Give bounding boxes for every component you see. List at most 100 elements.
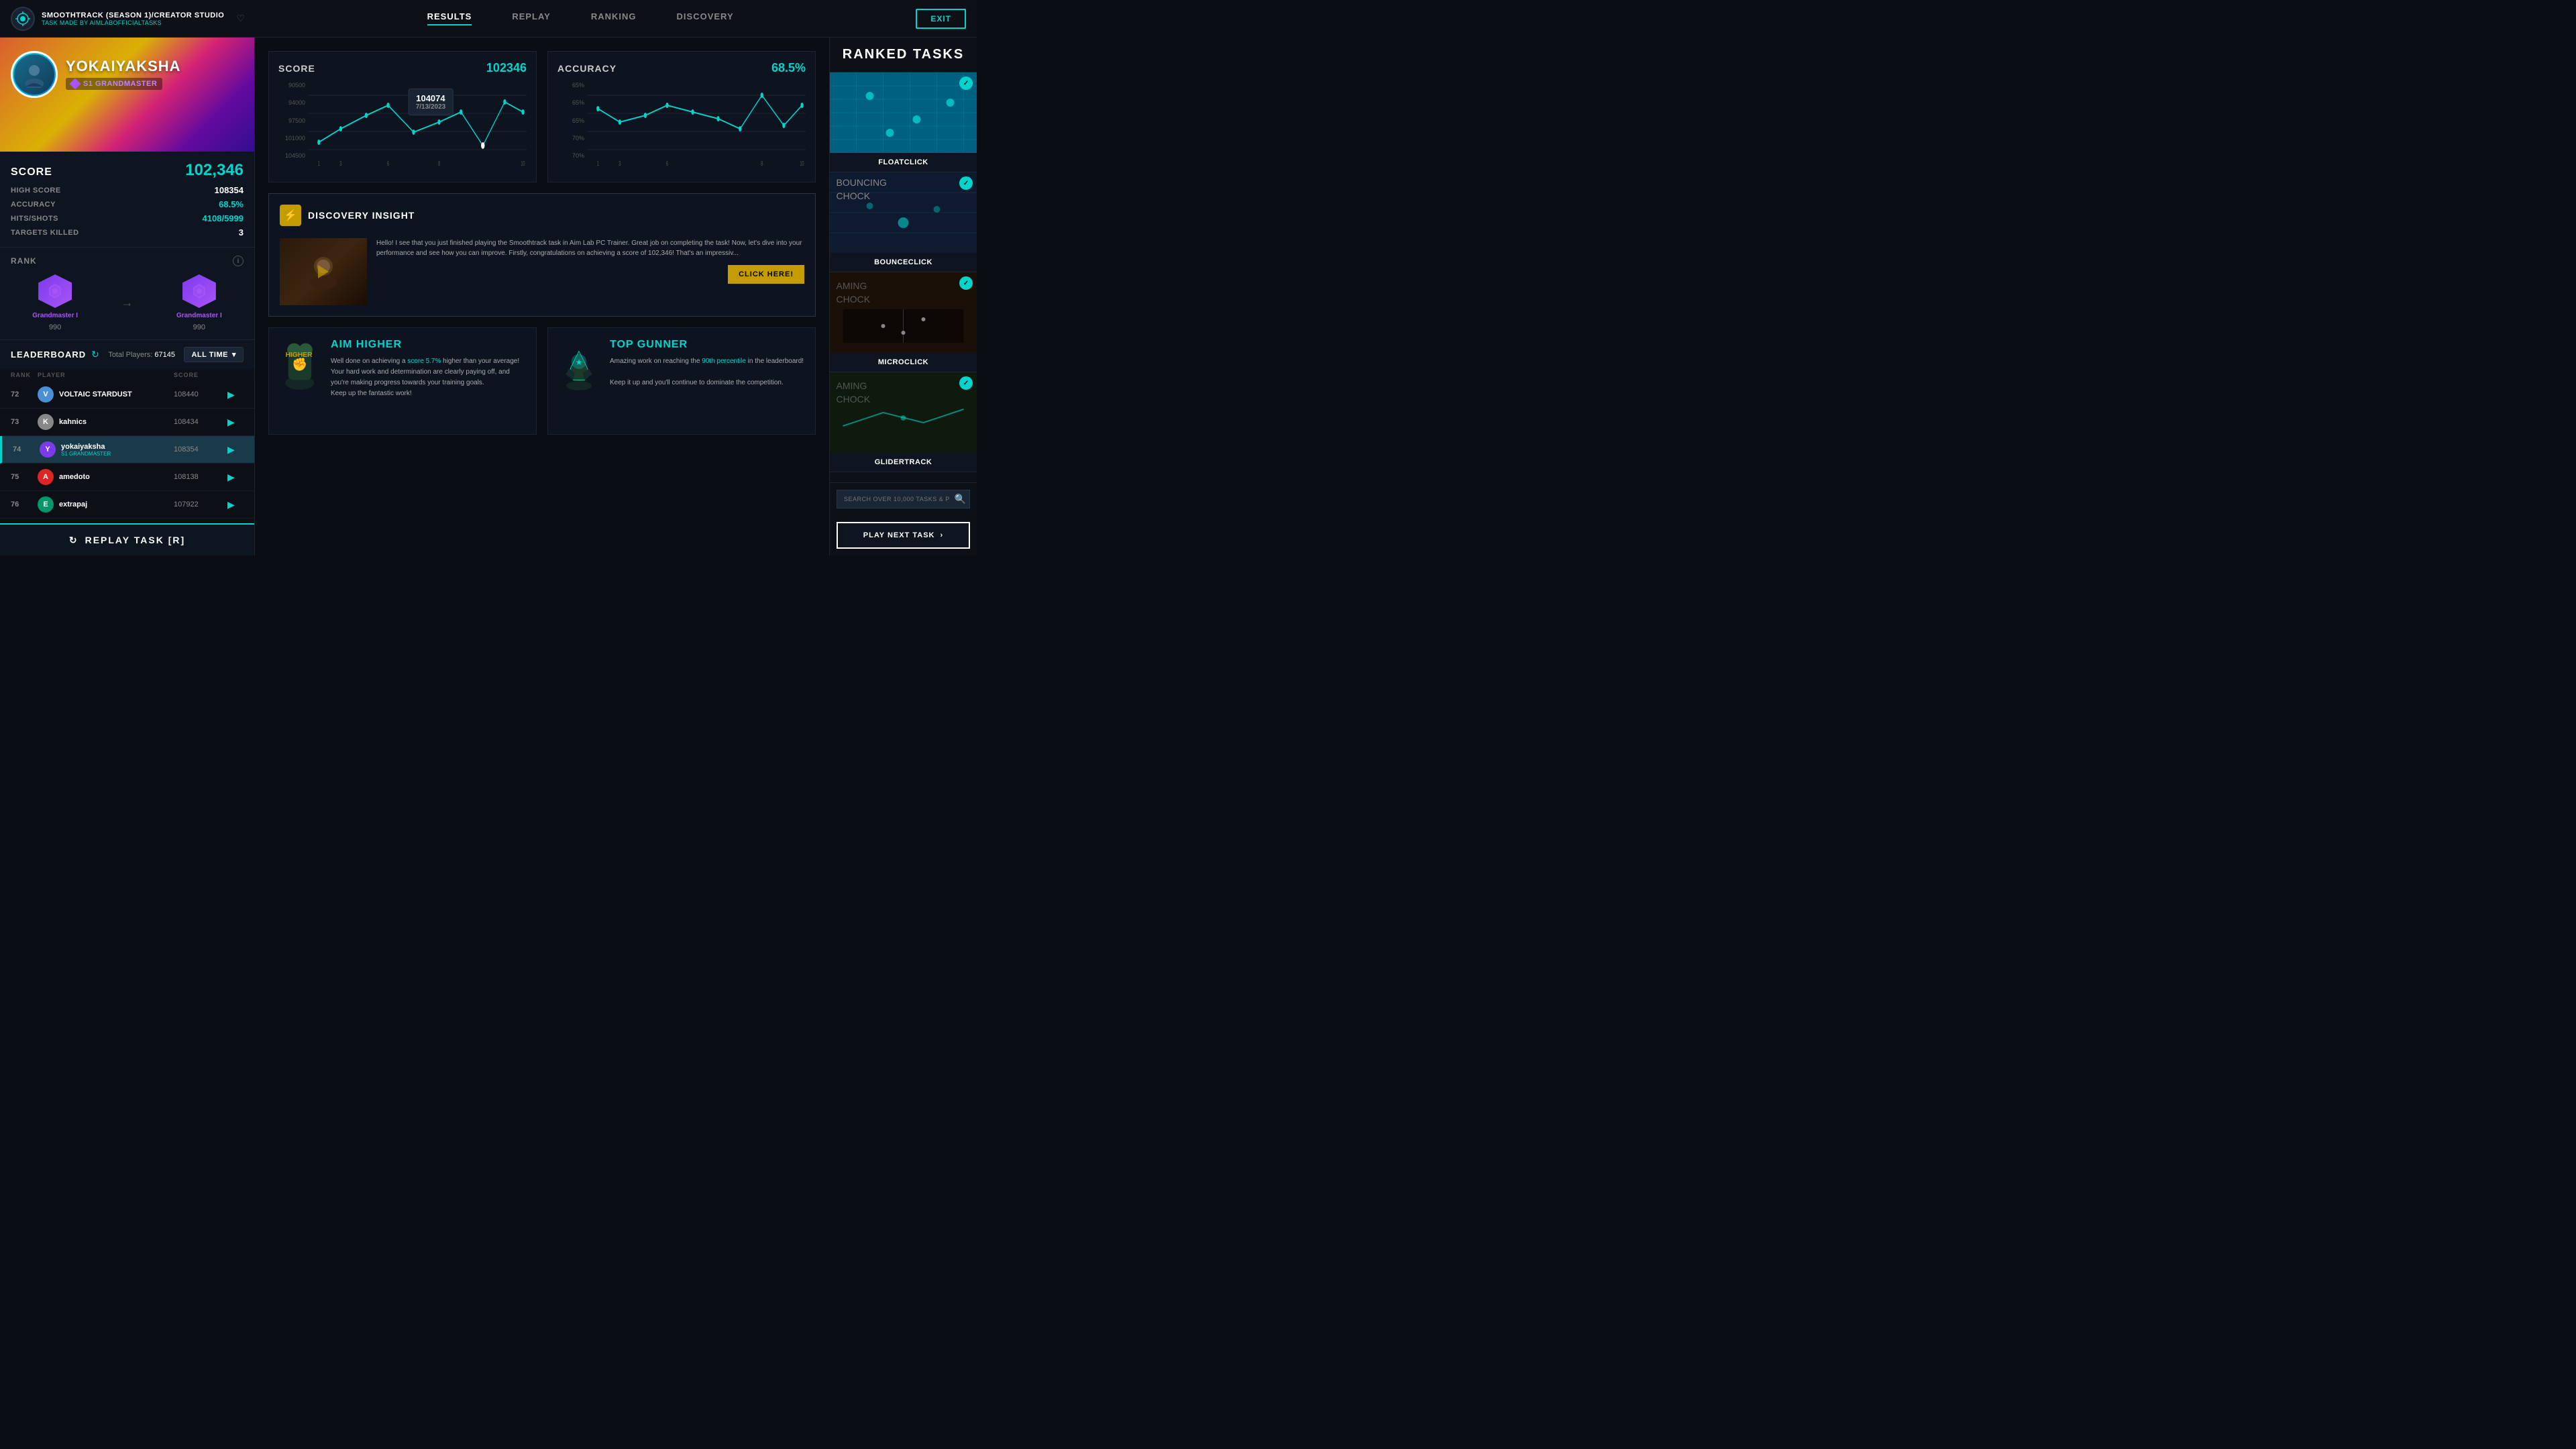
svg-text:1: 1 — [597, 160, 599, 167]
lb-player-info: yokaiyaksha S1 GRANDMASTER — [61, 443, 111, 457]
insight-header: ⚡ DISCOVERY INSIGHT — [280, 205, 804, 226]
lb-title: LEADERBOARD — [11, 350, 86, 360]
insight-card: ⚡ DISCOVERY INSIGHT — [268, 193, 816, 317]
right-panel: RANKED TASKS — [829, 38, 977, 555]
tab-results[interactable]: RESULTS — [427, 11, 472, 25]
lb-name: kahnics — [59, 418, 87, 426]
accuracy-chart-svg: 1 3 6 8 10 — [587, 82, 806, 169]
insight-body: Hello! I see that you just finished play… — [376, 238, 804, 258]
player-info: YOKAIYAKSHA S1 GRANDMASTER — [66, 58, 244, 91]
play-next-label: PLAY NEXT TASK — [863, 531, 935, 539]
table-row: 73 K kahnics 108434 ▶ — [0, 409, 254, 436]
arrow-right-icon: › — [941, 531, 944, 539]
accuracy-chart-card: ACCURACY 68.5% 70% 70% 65% 65% 65% — [547, 51, 816, 182]
refresh-icon[interactable]: ↻ — [91, 349, 99, 360]
favorite-icon[interactable]: ♡ — [236, 13, 245, 24]
accuracy-label: ACCURACY — [11, 201, 56, 209]
leaderboard-rows: 72 V VOLTAIC STARDUST 108440 ▶ 73 K kahn… — [0, 381, 254, 523]
task-item-glidertrack[interactable]: AMING CHOCK ✓ GLIDERTRACK — [830, 372, 977, 472]
info-icon[interactable]: i — [233, 256, 244, 266]
hits-label: HITS/SHOTS — [11, 215, 58, 223]
logo-icon — [11, 7, 35, 31]
exit-button[interactable]: EXIT — [916, 9, 966, 29]
search-area: 🔍 — [830, 482, 977, 515]
accuracy-y-axis: 70% 70% 65% 65% 65% — [557, 82, 584, 172]
aim-higher-text: Well done on achieving a score 5.7% high… — [331, 356, 525, 399]
table-row: 75 A amedoto 108138 ▶ — [0, 464, 254, 491]
accuracy-row: ACCURACY 68.5% — [11, 199, 244, 209]
score-chart-card: SCORE 102346 104500 101000 97500 94000 9… — [268, 51, 537, 182]
svg-text:AMING: AMING — [837, 380, 867, 391]
aim-higher-title: AIM HIGHER — [331, 339, 525, 351]
score-main: SCORE 102,346 — [11, 161, 244, 180]
task-item-floatclick[interactable]: ✓ FLOATCLICK — [830, 72, 977, 172]
tab-ranking[interactable]: RANKING — [591, 11, 637, 25]
table-row: 76 E extrapaj 107922 ▶ — [0, 491, 254, 519]
task-item-microclick[interactable]: AMING CHOCK ✓ MICROCLICK — [830, 272, 977, 372]
top-gunner-icon: ★ — [559, 339, 599, 392]
hits-row: HITS/SHOTS 4108/5999 — [11, 213, 244, 223]
total-players: Total Players: 67145 — [108, 351, 175, 359]
lb-player-info: amedoto — [59, 473, 90, 481]
task-verified-microclick: ✓ — [959, 276, 973, 290]
leaderboard-header: LEADERBOARD ↻ Total Players: 67145 ALL T… — [0, 340, 254, 369]
svg-text:★: ★ — [576, 358, 583, 367]
lb-player-info: extrapaj — [59, 500, 87, 508]
lb-name: amedoto — [59, 473, 90, 481]
search-input[interactable] — [837, 490, 970, 508]
lb-avatar: Y — [40, 441, 56, 458]
lb-avatar: K — [38, 414, 54, 430]
lb-rank-num: 72 — [11, 390, 38, 398]
app-title: SMOOTHTRACK (SEASON 1)/CREATOR STUDIO — [42, 11, 224, 19]
stats-panel: SCORE 102,346 HIGH SCORE 108354 ACCURACY… — [0, 152, 254, 248]
player-avatar-inner — [14, 54, 54, 95]
left-panel: YOKAIYAKSHA S1 GRANDMASTER SCORE 102,346… — [0, 38, 255, 555]
tab-replay[interactable]: REPLAY — [512, 11, 551, 25]
rank-right-name: Grandmaster I — [176, 312, 222, 319]
player-card-content: YOKAIYAKSHA S1 GRANDMASTER — [0, 38, 254, 111]
chevron-down-icon: ▾ — [232, 350, 236, 359]
lb-score: 108434 — [174, 418, 227, 426]
lb-sub: S1 GRANDMASTER — [61, 451, 111, 457]
rank-right-points: 990 — [193, 323, 205, 331]
accuracy-chart-header: ACCURACY 68.5% — [557, 61, 806, 75]
lb-play-button[interactable]: ▶ — [227, 472, 244, 483]
col-score: SCORE — [174, 372, 227, 378]
insight-content: Hello! I see that you just finished play… — [280, 238, 804, 305]
tab-discovery[interactable]: DISCOVERY — [677, 11, 734, 25]
date-range-button[interactable]: ALL TIME ▾ — [184, 347, 244, 362]
task-verified-glidertrack: ✓ — [959, 376, 973, 390]
play-next-task-button[interactable]: PLAY NEXT TASK › — [837, 522, 970, 549]
svg-text:8: 8 — [438, 160, 440, 167]
svg-text:3: 3 — [619, 160, 621, 167]
player-rank-badge: S1 GRANDMASTER — [66, 78, 162, 90]
score-number: 102,346 — [185, 161, 244, 180]
insight-video — [280, 238, 367, 305]
aim-higher-icon: ✊ HIGHER — [280, 339, 320, 392]
center-panel: SCORE 102346 104500 101000 97500 94000 9… — [255, 38, 829, 555]
top-gunner-text: Amazing work on reaching the 90th percen… — [610, 356, 804, 388]
task-thumb-microclick: AMING CHOCK ✓ — [830, 272, 977, 353]
lb-play-button[interactable]: ▶ — [227, 417, 244, 428]
lb-play-button[interactable]: ▶ — [227, 389, 244, 400]
insight-click-button[interactable]: CLICK HERE! — [728, 265, 804, 284]
task-item-bounceclick[interactable]: BOUNCING CHOCK ✓ BOUNCECLICK — [830, 172, 977, 272]
lb-player: E extrapaj — [38, 496, 174, 513]
logo-area: SMOOTHTRACK (SEASON 1)/CREATOR STUDIO TA… — [11, 7, 245, 31]
score-chart-title: SCORE — [278, 63, 315, 74]
col-player: PLAYER — [38, 372, 174, 378]
app-subtitle: TASK MADE BY AIMLABOFFICIALTASKS — [42, 19, 224, 26]
lb-player: A amedoto — [38, 469, 174, 485]
replay-task-button[interactable]: ↻ REPLAY TASK [R] — [0, 523, 254, 555]
lb-play-button[interactable]: ▶ — [227, 444, 244, 455]
accuracy-chart-title: ACCURACY — [557, 63, 616, 74]
ranked-tasks-title: RANKED TASKS — [830, 38, 977, 72]
lb-score: 108138 — [174, 473, 227, 481]
lb-play-button[interactable]: ▶ — [227, 499, 244, 511]
score-chart-tooltip: 104074 7/13/2023 — [409, 89, 453, 115]
rank-section-title: RANK — [11, 256, 37, 266]
lb-score: 108354 — [174, 445, 227, 453]
insight-main: ⚡ DISCOVERY INSIGHT — [280, 205, 804, 305]
top-nav: SMOOTHTRACK (SEASON 1)/CREATOR STUDIO TA… — [0, 0, 977, 38]
svg-text:AMING: AMING — [837, 280, 867, 291]
